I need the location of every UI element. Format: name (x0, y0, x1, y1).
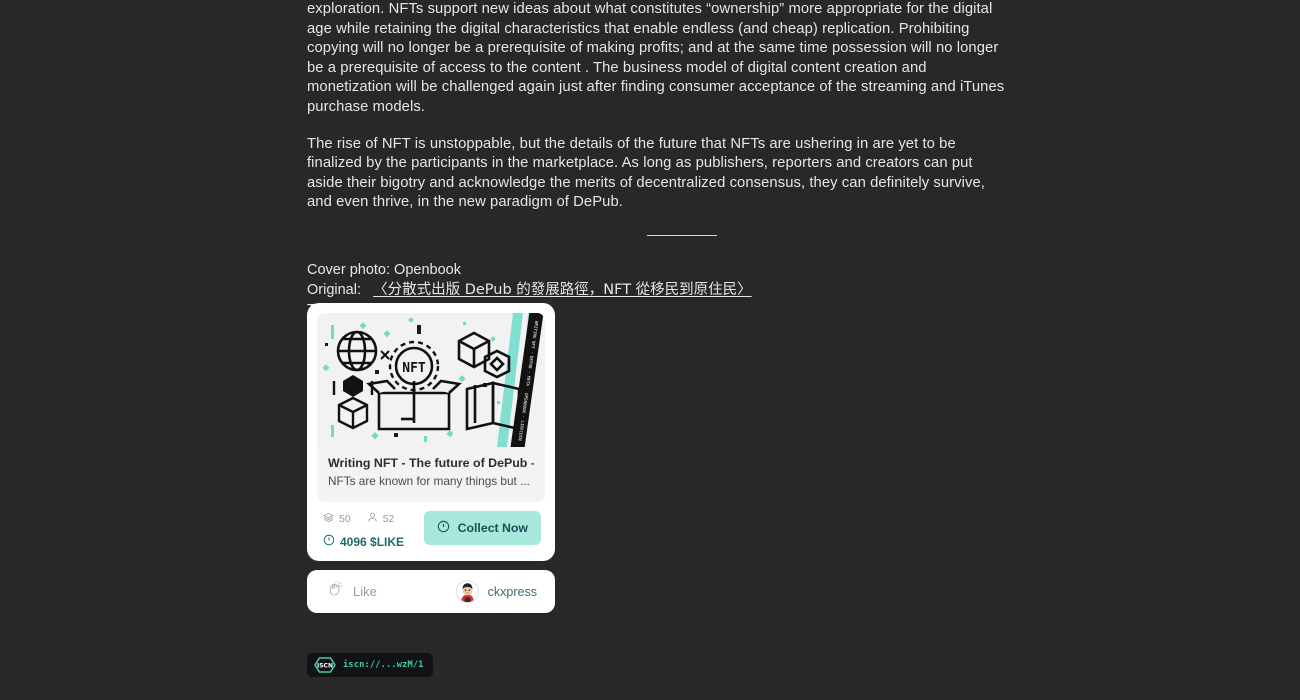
info-circle-icon (437, 520, 450, 536)
author-link[interactable]: ckxpress (455, 580, 537, 603)
nft-price-value: 4096 $LIKE (340, 534, 405, 549)
nft-text-block: Writing NFT - The future of DePub – ... … (317, 447, 545, 502)
nft-preview[interactable]: WRITING NFT · DEPUB · META OPENBOOK · LI… (317, 313, 545, 502)
paragraph-2: The rise of NFT is unstoppable, but the … (307, 135, 985, 211)
section-divider-container (307, 234, 1007, 237)
author-name: ckxpress (487, 584, 537, 599)
stat-editions-value: 50 (339, 513, 351, 525)
svg-text:ISCN: ISCN (317, 663, 333, 670)
iscn-id-text: iscn://...wzM/1 (343, 660, 424, 670)
stat-collectors-value: 52 (382, 513, 395, 525)
stat-collectors: 52 (367, 512, 395, 526)
iscn-badge[interactable]: ISCN iscn://...wzM/1 (307, 653, 433, 677)
layers-icon (323, 512, 334, 526)
like-bar: Like ckxpress (307, 570, 555, 613)
nft-card[interactable]: WRITING NFT · DEPUB · META OPENBOOK · LI… (307, 303, 555, 561)
svg-text:NFT: NFT (402, 361, 426, 376)
collect-now-label: Collect Now (457, 521, 528, 535)
clapping-hands-icon (327, 580, 344, 603)
like-button[interactable]: Like (327, 580, 377, 603)
nft-subtitle: NFTs are known for many things but ... (328, 474, 530, 488)
section-divider (647, 234, 717, 237)
credit-original-label: Original: (307, 282, 361, 299)
nft-stats-and-price: 50 52 4096 $LIKE (323, 511, 404, 549)
person-icon (367, 512, 378, 526)
nft-price: 4096 $LIKE (323, 534, 404, 549)
writing-nft-widget: WRITING NFT · DEPUB · META OPENBOOK · LI… (307, 303, 555, 613)
like-button-label: Like (353, 584, 377, 599)
article-body: exploration. NFTs support new ideas abou… (307, 0, 1007, 340)
paragraph-1: exploration. NFTs support new ideas abou… (307, 1, 1005, 115)
avatar (455, 580, 479, 603)
credit-cover-photo: Cover photo: Openbook (307, 262, 461, 279)
nft-stats: 50 52 (323, 512, 404, 526)
iscn-logo-icon: ISCN (314, 657, 336, 673)
collect-now-button[interactable]: Collect Now (423, 511, 541, 545)
stat-editions: 50 (323, 512, 351, 526)
nft-artwork: WRITING NFT · DEPUB · META OPENBOOK · LI… (317, 313, 545, 447)
info-circle-icon (323, 534, 335, 549)
nft-meta-row: 50 52 4096 $LIKE Collect Now (317, 511, 545, 549)
credit-original: Original: 〈分散式出版 DePub 的發展路徑，NFT 從移民到原住民… (307, 281, 1007, 301)
original-article-link[interactable]: 〈分散式出版 DePub 的發展路徑，NFT 從移民到原住民〉 (373, 282, 752, 298)
nft-title: Writing NFT - The future of DePub – ... (328, 456, 534, 470)
